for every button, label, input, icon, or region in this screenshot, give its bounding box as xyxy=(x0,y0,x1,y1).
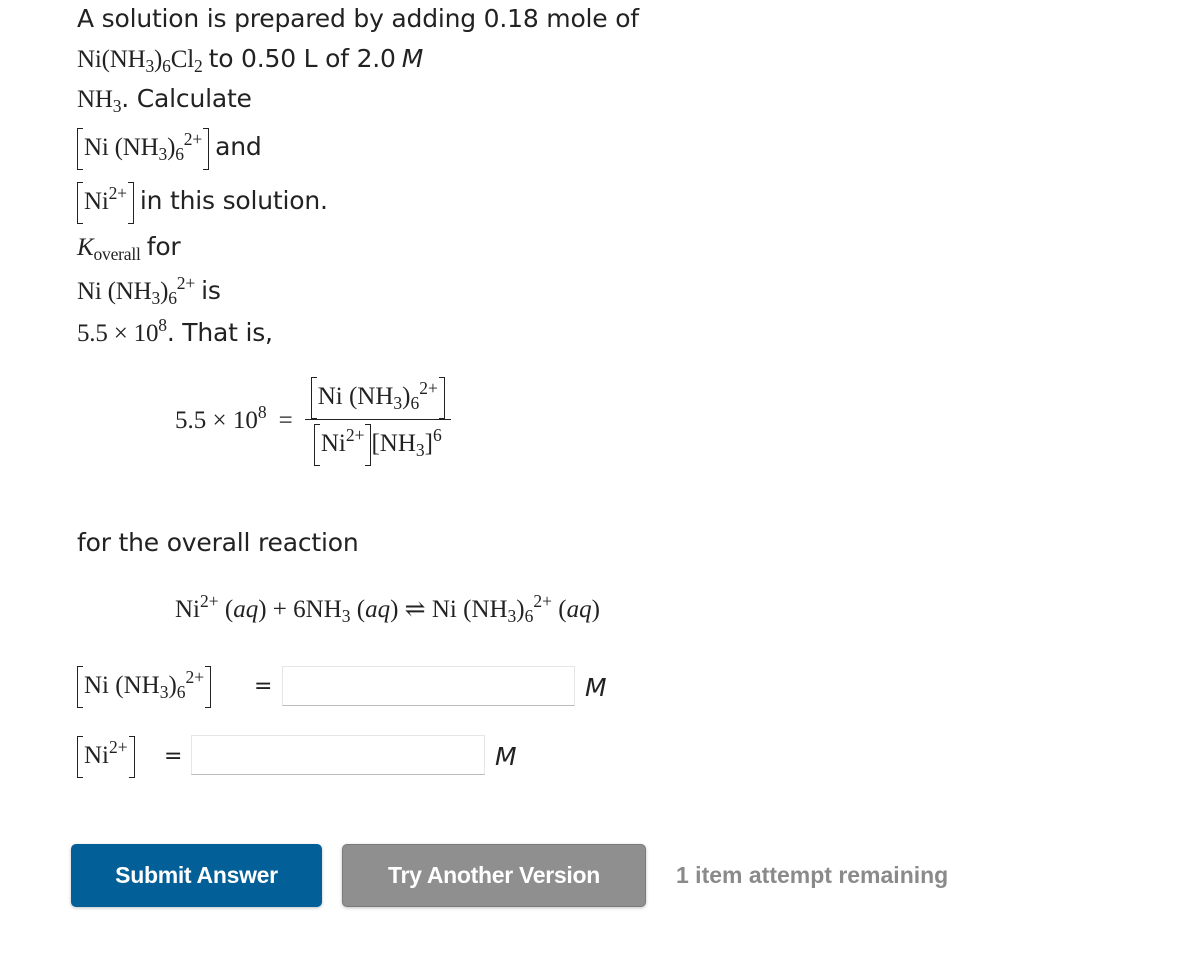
problem-text: and xyxy=(215,132,262,161)
fraction: Ni (NH3)62+ Ni2+ [NH3]6 xyxy=(304,377,451,466)
problem-line-1: A solution is prepared by adding 0.18 mo… xyxy=(77,4,639,33)
complex-concentration-input[interactable] xyxy=(282,666,575,706)
fraction-numerator: Ni (NH3)62+ xyxy=(304,377,451,420)
overall-reaction: Ni2+ (aq) + 6NH3 (aq) ⇌ Ni (NH3)62+ (aq) xyxy=(175,591,600,627)
equals-sign: = xyxy=(254,674,273,699)
problem-line-3: NH3. Calculate xyxy=(77,84,252,117)
complex-formula: Ni (NH3)62+ xyxy=(77,273,196,309)
fraction-denominator: Ni2+ [NH3]6 xyxy=(308,420,448,466)
problem-line-5: Ni2+ in this solution. xyxy=(77,182,328,224)
molarity-unit: M xyxy=(401,44,424,73)
nickel-ion-concentration-term: Ni2+ xyxy=(77,182,134,224)
complex-answer-label: Ni (NH3)62+ xyxy=(77,666,212,708)
k-value-lhs: 5.5 × 108 xyxy=(175,401,267,434)
problem-line-6: Koverall for xyxy=(77,232,181,265)
equals-sign: = xyxy=(278,406,293,434)
problem-text: for xyxy=(146,232,181,261)
nickel-answer-label: Ni2+ xyxy=(77,736,135,778)
equals-sign: = xyxy=(164,744,183,769)
problem-line-2: Ni(NH3)6Cl2 to 0.50 L of 2.0 M xyxy=(77,44,424,77)
problem-line-8: 5.5 × 108. That is, xyxy=(77,315,273,348)
attempts-remaining: 1 item attempt remaining xyxy=(676,862,949,888)
nickel-concentration-input[interactable] xyxy=(191,735,485,775)
equilibrium-expression: 5.5 × 108 = Ni (NH3)62+ Ni2+ [NH3]6 xyxy=(175,377,451,466)
problem-text: . That is, xyxy=(166,318,273,347)
equilibrium-arrow-icon: ⇌ xyxy=(404,596,426,623)
submit-answer-button[interactable]: Submit Answer xyxy=(71,844,322,907)
complex-unit-label: M xyxy=(585,673,607,702)
complex-concentration-term: Ni (NH3)62+ xyxy=(77,128,210,170)
problem-text: to 0.50 L of 2.0 xyxy=(208,44,396,73)
salt-formula: Ni(NH3)6Cl2 xyxy=(77,46,203,77)
k-value: 5.5 × 108 xyxy=(77,315,167,347)
problem-text: . Calculate xyxy=(121,84,252,113)
problem-text: in this solution. xyxy=(139,186,328,215)
reaction-intro: for the overall reaction xyxy=(77,528,359,557)
ammonia-formula: NH3 xyxy=(77,86,122,117)
try-another-version-button[interactable]: Try Another Version xyxy=(342,844,646,907)
problem-line-7: Ni (NH3)62+ is xyxy=(77,273,221,309)
problem-text: A solution is prepared by adding 0.18 mo… xyxy=(77,4,639,33)
nickel-unit-label: M xyxy=(495,742,517,771)
k-overall-symbol: Koverall xyxy=(77,234,141,265)
problem-line-4: Ni (NH3)62+ and xyxy=(77,128,262,170)
problem-text: is xyxy=(201,276,221,305)
